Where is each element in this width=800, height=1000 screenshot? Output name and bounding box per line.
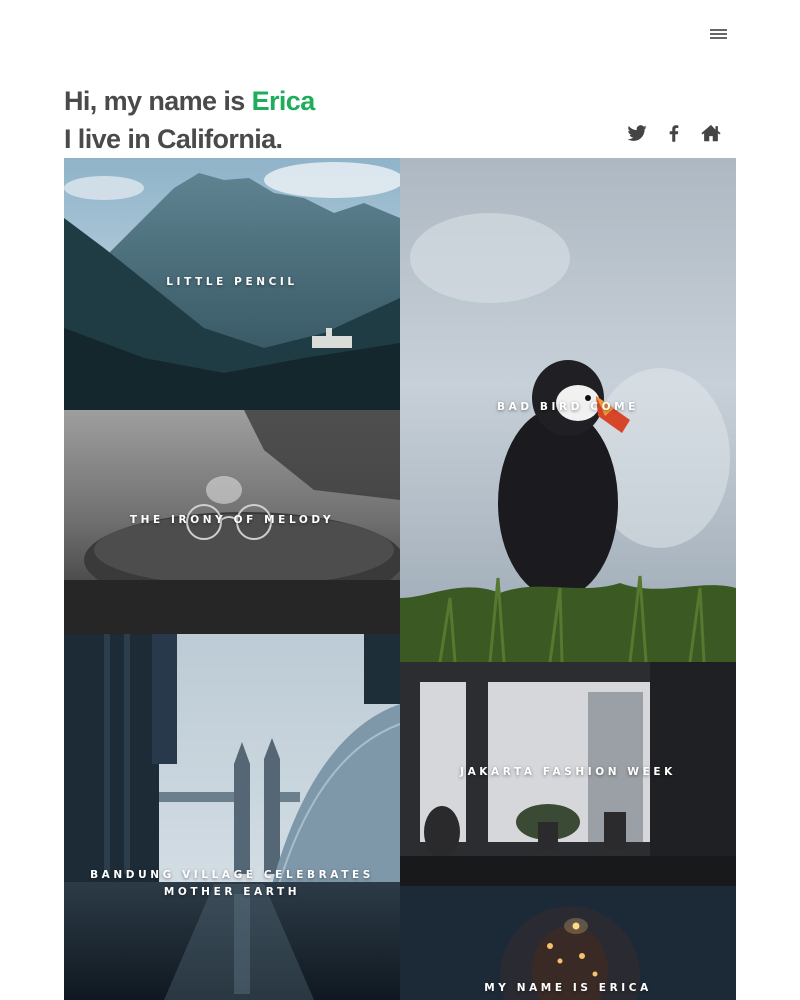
gallery-tile-my-name-is-erica[interactable]: MY NAME IS ERICA	[400, 886, 736, 1000]
tower-bridge-city-image	[64, 634, 400, 1000]
intro-heading: Hi, my name is Erica I live in Californi…	[64, 82, 315, 158]
menu-line	[710, 29, 727, 31]
twitter-icon[interactable]	[626, 122, 648, 144]
tile-title: BAD BIRD COME	[497, 401, 639, 413]
facebook-icon[interactable]	[663, 122, 685, 144]
intro-location: I live in California.	[64, 124, 283, 154]
tile-title: BANDUNG VILLAGE CELEBRATES MOTHER EARTH	[90, 869, 374, 898]
gallery-tile-irony-of-melody[interactable]: THE IRONY OF MELODY	[64, 410, 400, 634]
portfolio-grid: LITTLE PENCIL BAD BIRD COME THE IRONY OF…	[64, 158, 736, 1000]
intro-prefix: Hi, my name is	[64, 86, 252, 116]
gallery-tile-bad-bird-come[interactable]: BAD BIRD COME	[400, 158, 736, 662]
tile-title: MY NAME IS ERICA	[484, 982, 652, 994]
intro-name: Erica	[251, 86, 316, 116]
social-links	[626, 121, 722, 145]
home-icon[interactable]	[700, 122, 722, 144]
gallery-tile-jakarta-fashion-week[interactable]: JAKARTA FASHION WEEK	[400, 662, 736, 886]
tile-title: LITTLE PENCIL	[166, 276, 298, 288]
menu-line	[710, 37, 727, 39]
hamburger-menu-icon[interactable]	[706, 24, 732, 44]
tile-title: JAKARTA FASHION WEEK	[460, 766, 676, 778]
tile-title: THE IRONY OF MELODY	[129, 514, 335, 526]
gallery-tile-little-pencil[interactable]: LITTLE PENCIL	[64, 158, 400, 410]
menu-line	[710, 33, 727, 35]
gallery-tile-bandung-village[interactable]: BANDUNG VILLAGE CELEBRATES MOTHER EARTH	[64, 634, 400, 1000]
